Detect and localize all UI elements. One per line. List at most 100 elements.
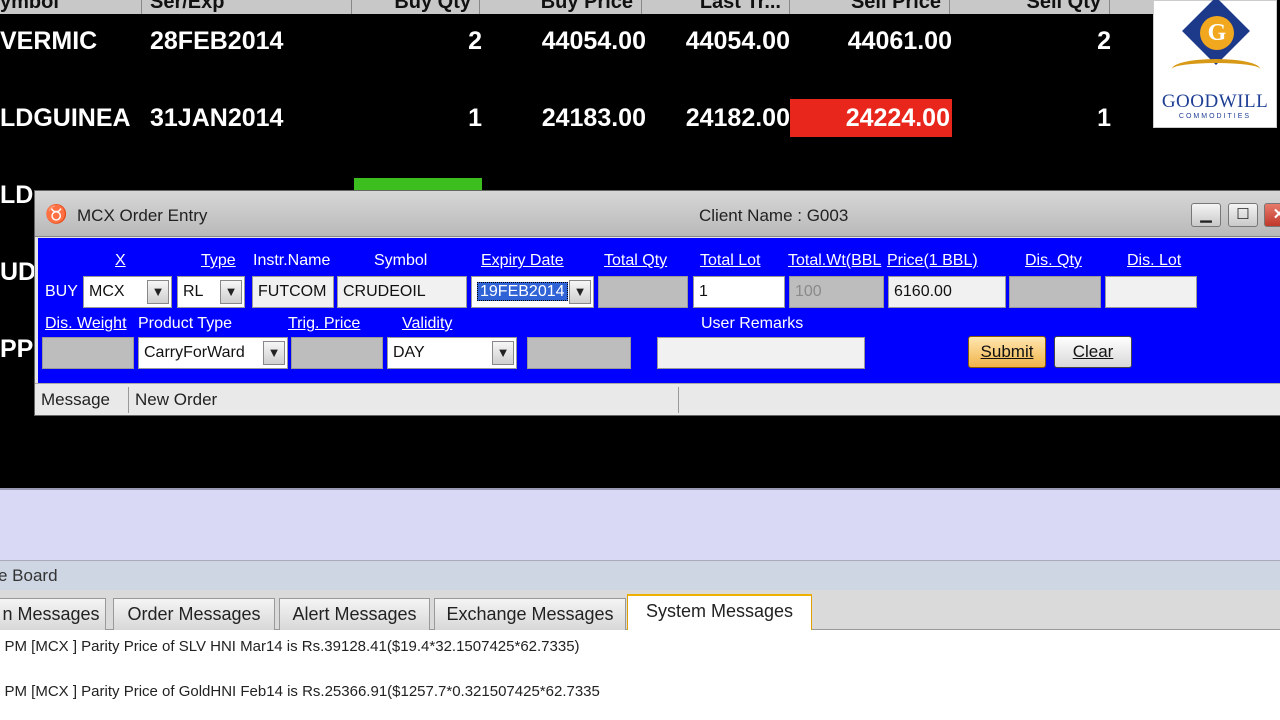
row-buy-price: 44054.00 [541, 27, 646, 55]
col-last-traded-header[interactable]: Last Tr... [644, 0, 790, 14]
chevron-down-icon[interactable]: ▼ [569, 280, 591, 304]
chevron-down-icon[interactable]: ▼ [147, 280, 169, 304]
instr-name-field[interactable]: FUTCOM [252, 276, 334, 308]
label-type: Type [201, 252, 236, 269]
expiry-date-select[interactable]: 19FEB2014 ▼ [471, 276, 594, 308]
symbol-field[interactable]: CRUDEOIL [337, 276, 467, 308]
chevron-down-icon[interactable]: ▼ [220, 280, 242, 304]
label-total-wt: Total.Wt(BBL [788, 252, 882, 269]
total-lot-field[interactable]: 1 [693, 276, 785, 308]
exchange-value: MCX [89, 283, 125, 300]
trig-price-field[interactable] [291, 337, 383, 369]
app-icon: ♉ [45, 204, 68, 224]
total-qty-field[interactable] [598, 276, 688, 308]
validity-value: DAY [393, 344, 425, 361]
col-symbol-header[interactable]: ymbol [0, 0, 142, 14]
logo-wings-shape [1172, 59, 1260, 79]
window-titlebar[interactable]: ♉ MCX Order Entry Client Name : G003 ▁ ☐… [35, 191, 1280, 237]
dis-lot-field[interactable] [1105, 276, 1197, 308]
row-expiry: 31JAN2014 [150, 104, 284, 132]
row-buy-qty: 1 [468, 104, 482, 132]
window-title: MCX Order Entry [77, 206, 208, 225]
label-dis-qty: Dis. Qty [1025, 252, 1082, 269]
label-exchange: X [115, 252, 126, 269]
label-expiry-date: Expiry Date [481, 252, 564, 269]
message-board-title: e Board [0, 566, 58, 585]
clear-button[interactable]: Clear [1054, 336, 1132, 368]
tab-exchange-messages[interactable]: Exchange Messages [434, 598, 626, 630]
expiry-date-value: 19FEB2014 [477, 282, 568, 301]
tab-admin-messages[interactable]: n Messages [0, 598, 106, 630]
type-value: RL [183, 283, 204, 300]
maximize-button[interactable]: ☐ [1228, 203, 1258, 227]
total-wt-field[interactable]: 100 [789, 276, 884, 308]
order-status-bar: Message New Order [35, 383, 1280, 415]
label-instr-name: Instr.Name [253, 252, 331, 269]
message-tabs: n Messages Order Messages Alert Messages… [0, 590, 1280, 631]
col-buy-qty-header[interactable]: Buy Qty [354, 0, 480, 14]
type-select[interactable]: RL ▼ [177, 276, 245, 308]
row-sell-qty: 1 [1097, 104, 1111, 132]
label-validity: Validity [402, 315, 453, 332]
order-entry-window: ♉ MCX Order Entry Client Name : G003 ▁ ☐… [34, 190, 1280, 416]
logo-name: GOODWILL [1161, 91, 1269, 112]
list-item[interactable]: 3 PM [MCX ] Parity Price of GoldHNI Feb1… [0, 683, 600, 700]
validity-date-field[interactable] [527, 337, 631, 369]
client-name: Client Name : G003 [699, 206, 849, 225]
list-item[interactable]: 5 PM [MCX ] Parity Price of SLV HNI Mar1… [0, 638, 580, 655]
dis-weight-field[interactable] [42, 337, 134, 369]
price-field[interactable]: 6160.00 [888, 276, 1006, 308]
label-dis-lot: Dis. Lot [1127, 252, 1182, 269]
minimize-button[interactable]: ▁ [1191, 203, 1221, 227]
col-sell-price-header[interactable]: Sell Price [792, 0, 950, 14]
market-row[interactable]: LDGUINEA 31JAN2014 1 24183.00 24182.00 2… [0, 99, 1160, 139]
logo-letter: G [1207, 20, 1227, 46]
label-product-type: Product Type [138, 315, 232, 332]
trading-terminal: ymbol Ser/Exp Buy Qty Buy Price Last Tr.… [0, 0, 1280, 720]
product-type-select[interactable]: CarryForWard ▼ [138, 337, 288, 369]
row-symbol: LDGUINEA [0, 104, 131, 132]
label-total-lot: Total Lot [700, 252, 761, 269]
label-price: Price(1 BBL) [887, 252, 978, 269]
col-sell-qty-header[interactable]: Sell Qty [952, 0, 1110, 14]
status-label: Message [37, 387, 129, 413]
market-row[interactable]: VERMIC 28FEB2014 2 44054.00 44054.00 440… [0, 22, 1160, 62]
validity-select[interactable]: DAY ▼ [387, 337, 517, 369]
order-side: BUY [45, 283, 78, 300]
label-dis-weight: Dis. Weight [45, 315, 127, 332]
tab-alert-messages[interactable]: Alert Messages [279, 598, 430, 630]
row-buy-price: 24183.00 [541, 104, 646, 132]
label-total-qty: Total Qty [604, 252, 668, 269]
company-logo: G GOODWILL COMMODITIES [1153, 0, 1277, 128]
row-last-price: 24182.00 [685, 104, 790, 132]
tab-system-messages[interactable]: System Messages [627, 594, 812, 631]
label-trig-price: Trig. Price [288, 315, 361, 332]
col-expiry-header[interactable]: Ser/Exp [150, 0, 352, 14]
col-buy-price-header[interactable]: Buy Price [482, 0, 642, 14]
row-sell-qty: 2 [1097, 27, 1111, 55]
order-form: X Type Instr.Name Symbol Expiry Date Tot… [38, 238, 1280, 383]
row-symbol: LD [0, 181, 34, 209]
chevron-down-icon[interactable]: ▼ [263, 341, 285, 365]
row-last-price: 44054.00 [685, 27, 790, 55]
empty-panel [0, 488, 1280, 560]
tab-order-messages[interactable]: Order Messages [113, 598, 275, 630]
row-sell-price: 44061.00 [847, 27, 952, 55]
close-button[interactable]: ✕ [1264, 203, 1280, 227]
row-symbol: VERMIC [0, 27, 98, 55]
user-remarks-field[interactable] [657, 337, 865, 369]
label-symbol: Symbol [374, 252, 428, 269]
row-sell-price: 24224.00 [790, 99, 952, 137]
row-expiry: 28FEB2014 [150, 27, 284, 55]
chevron-down-icon[interactable]: ▼ [492, 341, 514, 365]
message-list: 5 PM [MCX ] Parity Price of SLV HNI Mar1… [0, 630, 1280, 720]
exchange-select[interactable]: MCX ▼ [83, 276, 172, 308]
row-buy-qty: 2 [468, 27, 482, 55]
submit-button[interactable]: Submit [968, 336, 1046, 368]
message-board-bar: e Board [0, 560, 1280, 590]
product-type-value: CarryForWard [144, 344, 245, 361]
label-user-remarks: User Remarks [701, 315, 804, 332]
market-watch-header: ymbol Ser/Exp Buy Qty Buy Price Last Tr.… [0, 0, 1160, 14]
status-message: New Order [131, 387, 679, 413]
dis-qty-field[interactable] [1009, 276, 1101, 308]
